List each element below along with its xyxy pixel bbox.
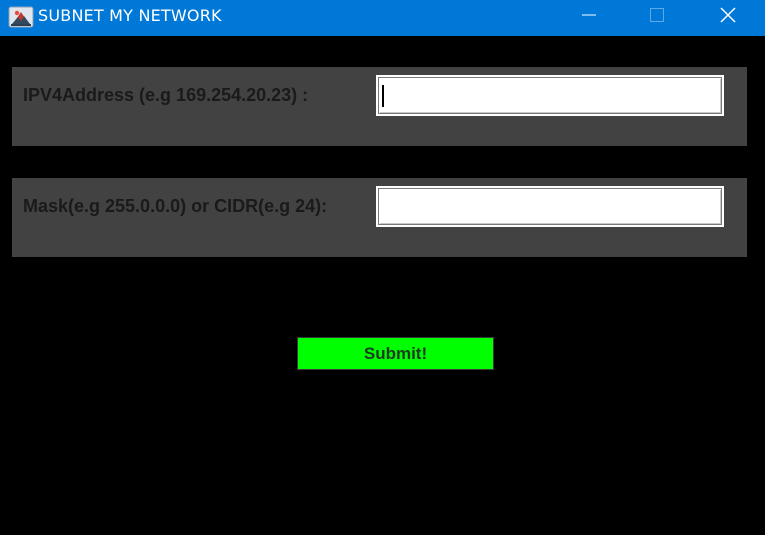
maximize-button[interactable]: [634, 0, 680, 30]
maximize-icon: [650, 8, 664, 22]
form-area: IPV4Address (e.g 169.254.20.23) : Mask(e…: [0, 36, 765, 535]
ipv4-label: IPV4Address (e.g 169.254.20.23) :: [23, 85, 309, 105]
window-title: SUBNET MY NETWORK: [38, 6, 222, 25]
mask-input[interactable]: [376, 186, 724, 227]
ipv4-panel: IPV4Address (e.g 169.254.20.23) :: [12, 67, 747, 146]
close-button[interactable]: [705, 0, 751, 30]
submit-button[interactable]: Submit!: [297, 337, 494, 370]
text-caret: [382, 85, 384, 107]
minimize-icon: [582, 14, 596, 16]
mask-panel: Mask(e.g 255.0.0.0) or CIDR(e.g 24):: [12, 178, 747, 257]
java-app-icon: [8, 4, 34, 30]
minimize-button[interactable]: [566, 0, 612, 30]
mask-label: Mask(e.g 255.0.0.0) or CIDR(e.g 24):: [23, 196, 328, 216]
ipv4-input[interactable]: [376, 75, 724, 116]
close-icon: [720, 7, 736, 23]
title-bar[interactable]: SUBNET MY NETWORK: [0, 0, 765, 36]
